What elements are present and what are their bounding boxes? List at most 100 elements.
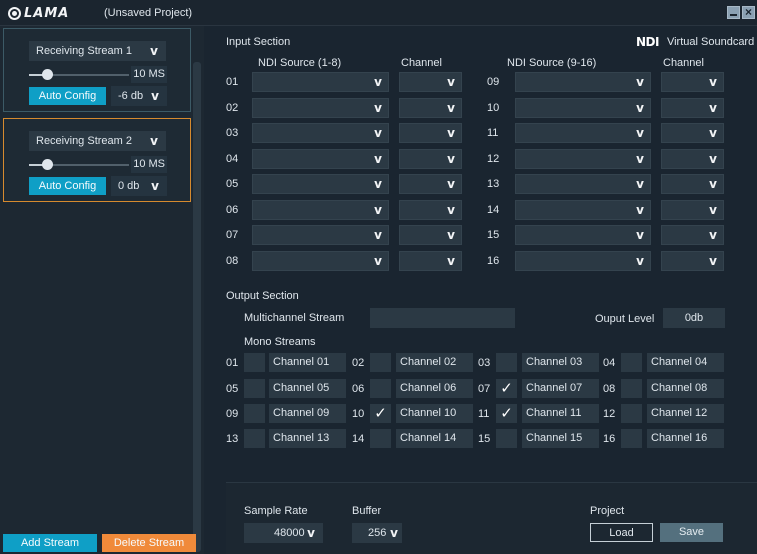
output-level-field[interactable]: 0db [663,308,725,328]
input-row-number: 14 [487,203,500,216]
channel-select[interactable]: v [661,199,724,220]
ndi-source-select[interactable]: v [252,123,389,143]
delay-slider-handle[interactable] [42,69,53,80]
delete-stream-button[interactable]: Delete Stream [102,534,196,552]
mono-channel-checkbox[interactable] [370,353,391,372]
stream-select[interactable]: Receiving Stream 2 v [29,131,166,151]
minimize-icon[interactable] [727,6,740,19]
ndi-source-select[interactable]: v [515,72,651,92]
channel-select[interactable]: v [399,148,462,169]
ndi-source-select[interactable]: v [515,225,651,245]
level-value: 0 db [118,180,140,192]
col-header-channel-left: Channel [401,57,442,69]
mono-channel-checkbox[interactable]: ✓ [496,379,517,398]
stream-select[interactable]: Receiving Stream 1 v [29,41,166,61]
channel-select[interactable]: v [661,148,724,169]
mono-channel-number: 03 [478,357,491,369]
delay-slider-handle[interactable] [42,159,53,170]
delay-slider[interactable] [29,69,129,80]
channel-select[interactable]: v [399,199,462,220]
multichannel-stream-field[interactable] [370,308,515,328]
channel-select[interactable]: v [661,97,724,118]
app-logo: LAMA [8,6,69,21]
mono-channel-checkbox[interactable] [621,404,642,423]
mono-channel-checkbox[interactable]: ✓ [496,404,517,423]
channel-select[interactable]: v [399,250,462,271]
chevron-down-icon: v [374,151,382,166]
chevron-down-icon: v [636,126,644,140]
close-icon[interactable]: × [742,6,755,19]
channel-select[interactable]: v [661,72,724,92]
buffer-select[interactable]: 256 v [352,523,402,543]
ndi-source-select[interactable]: v [515,174,651,194]
input-row-number: 11 [487,127,499,139]
chevron-down-icon: v [150,44,158,58]
chevron-down-icon: v [374,202,382,217]
chevron-down-icon: v [709,126,717,140]
mono-channel-checkbox[interactable] [244,404,265,423]
channel-select[interactable]: v [661,225,724,245]
mono-channel-checkbox[interactable] [244,429,265,448]
ndi-source-select[interactable]: v [515,148,651,169]
check-icon: ✓ [374,404,387,422]
level-select[interactable]: -6 db v [111,86,167,106]
level-select[interactable]: 0 db v [111,176,167,196]
mono-channel-checkbox[interactable] [621,353,642,372]
footer-panel: Sample Rate 48000 v Buffer 256 v Project… [226,482,757,554]
mono-channel-checkbox[interactable] [496,353,517,372]
channel-select[interactable]: v [661,174,724,194]
delay-value[interactable]: 10 MS [131,66,167,83]
add-stream-button[interactable]: Add Stream [3,534,97,552]
mono-channel-checkbox[interactable] [370,379,391,398]
mono-channel-label: Channel 08 [647,379,724,398]
mono-channel-checkbox[interactable] [244,353,265,372]
mono-channel-label: Channel 03 [522,353,599,372]
mono-channel-checkbox[interactable] [370,429,391,448]
sample-rate-label: Sample Rate [244,505,308,517]
channel-select[interactable]: v [399,174,462,194]
channel-select[interactable]: v [399,225,462,245]
ndi-source-select[interactable]: v [252,250,389,271]
sidebar-scrollbar[interactable] [193,62,201,552]
mono-channel-checkbox[interactable] [621,379,642,398]
save-button[interactable]: Save [660,523,723,542]
ndi-source-select[interactable]: v [252,148,389,169]
ndi-source-select[interactable]: v [252,225,389,245]
chevron-down-icon: v [374,228,382,242]
ndi-source-select[interactable]: v [252,174,389,194]
ndi-source-select[interactable]: v [252,72,389,92]
chevron-down-icon: v [447,202,455,217]
ndi-source-select[interactable]: v [515,97,651,118]
chevron-down-icon: v [709,228,717,242]
chevron-down-icon: v [447,177,455,191]
channel-select[interactable]: v [399,123,462,143]
mono-channel-label: Channel 14 [396,429,473,448]
chevron-down-icon: v [447,75,455,89]
auto-config-button[interactable]: Auto Config [29,87,106,105]
mono-channel-checkbox[interactable] [496,429,517,448]
channel-select[interactable]: v [661,250,724,271]
auto-config-button[interactable]: Auto Config [29,177,106,195]
mono-channel-checkbox[interactable] [244,379,265,398]
mono-channel-label: Channel 09 [269,404,346,423]
stream-card[interactable]: Receiving Stream 1 v 10 MS Auto Config -6 db… [3,28,191,112]
ndi-source-select[interactable]: v [252,97,389,118]
input-row-number: 02 [226,101,239,114]
stream-card[interactable]: Receiving Stream 2 v 10 MS Auto Config 0 db v [3,118,191,202]
mono-channel-checkbox[interactable] [621,429,642,448]
mono-channel-label: Channel 05 [269,379,346,398]
channel-select[interactable]: v [399,97,462,118]
delay-value[interactable]: 10 MS [131,156,167,173]
channel-select[interactable]: v [399,72,462,92]
ndi-brand: NDI Virtual Soundcard [636,35,754,49]
lama-logo-icon [8,6,21,20]
ndi-source-select[interactable]: v [515,250,651,271]
channel-select[interactable]: v [661,123,724,143]
ndi-source-select[interactable]: v [515,199,651,220]
load-button[interactable]: Load [590,523,653,542]
ndi-source-select[interactable]: v [252,199,389,220]
delay-slider[interactable] [29,159,129,170]
ndi-source-select[interactable]: v [515,123,651,143]
mono-channel-checkbox[interactable]: ✓ [370,404,391,423]
sample-rate-select[interactable]: 48000 v [244,523,323,543]
